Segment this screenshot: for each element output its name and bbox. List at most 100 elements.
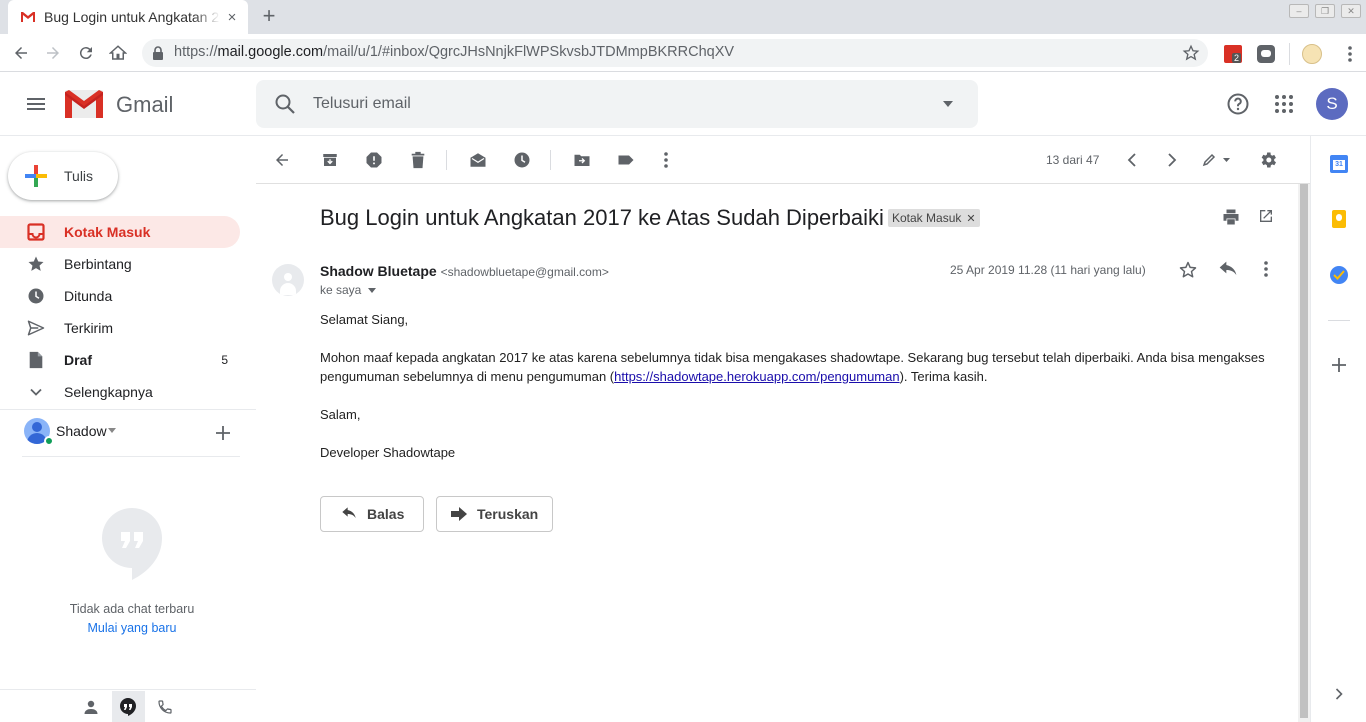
tasks-icon[interactable]	[1330, 266, 1348, 284]
older-chevron-right-icon[interactable]	[1162, 150, 1182, 170]
hangouts-user-name[interactable]: Shadow	[56, 423, 107, 439]
sidebar-item-label: Terkirim	[64, 320, 113, 336]
account-avatar[interactable]: S	[1316, 88, 1348, 120]
calendar-icon[interactable]: 31	[1330, 155, 1348, 173]
new-tab-button[interactable]: +	[258, 5, 280, 28]
show-details-caret-icon[interactable]	[368, 287, 377, 293]
forward-button-label: Teruskan	[477, 506, 539, 522]
send-icon	[26, 318, 46, 338]
email-scrollbar-thumb[interactable]	[1300, 184, 1308, 718]
email-paragraph: Mohon maaf kepada angkatan 2017 ke atas …	[320, 350, 1265, 384]
apps-grid-icon[interactable]	[1274, 94, 1294, 114]
print-icon[interactable]	[1222, 208, 1242, 228]
close-window-button[interactable]: ✕	[1341, 4, 1361, 18]
remove-label-icon[interactable]: ✕	[966, 212, 975, 225]
url-text: https://mail.google.com/mail/u/1/#inbox/…	[174, 44, 735, 60]
new-chat-plus-icon[interactable]	[216, 426, 230, 440]
inbox-icon	[26, 222, 46, 242]
delete-trash-icon[interactable]	[408, 150, 428, 170]
pagination-text: 13 dari 47	[1046, 153, 1100, 167]
sender-name[interactable]: Shadow Bluetape	[320, 263, 437, 279]
reload-icon[interactable]	[75, 42, 97, 64]
bookmark-star-icon[interactable]	[1182, 44, 1200, 62]
search-options-icon[interactable]	[942, 99, 954, 109]
email-action-toolbar: 13 dari 47	[256, 136, 1310, 184]
search-bar[interactable]: Telusuri email	[256, 80, 978, 128]
sidebar-item-snoozed[interactable]: Ditunda	[0, 280, 240, 312]
email-date: 25 Apr 2019 11.28 (11 hari yang lalu)	[950, 263, 1146, 277]
email-greeting: Selamat Siang,	[320, 312, 409, 327]
restore-window-button[interactable]: ❐	[1315, 4, 1335, 18]
address-bar[interactable]: https://mail.google.com/mail/u/1/#inbox/…	[142, 39, 1208, 67]
reply-arrow-icon[interactable]	[1218, 261, 1238, 281]
side-panel-divider	[1328, 320, 1350, 321]
search-input[interactable]: Telusuri email	[313, 95, 411, 113]
move-to-icon[interactable]	[572, 150, 592, 170]
main-menu-icon[interactable]	[24, 92, 48, 116]
extension-chat-icon[interactable]	[1257, 45, 1275, 63]
more-options-vertical-icon[interactable]	[656, 150, 676, 170]
forward-button[interactable]: Teruskan	[436, 496, 553, 532]
keep-icon[interactable]	[1332, 210, 1346, 228]
email-more-options-icon[interactable]	[1263, 260, 1273, 280]
browser-tabstrip: Bug Login untuk Angkatan 2017 ke Atas Su…	[0, 0, 1366, 34]
star-email-icon[interactable]	[1178, 260, 1198, 280]
left-sidebar: Tulis Kotak Masuk Berbintang Ditunda Ter…	[0, 136, 256, 722]
back-arrow-icon[interactable]	[10, 42, 32, 64]
newer-chevron-left-icon[interactable]	[1122, 150, 1142, 170]
start-new-chat-link[interactable]: Mulai yang baru	[0, 621, 264, 635]
email-view: Bug Login untuk Angkatan 2017 ke Atas Su…	[256, 184, 1298, 722]
sidebar-item-label: Berbintang	[64, 256, 132, 272]
phone-call-icon[interactable]	[157, 699, 173, 715]
reply-button-icon	[342, 507, 356, 518]
sidebar-item-sent[interactable]: Terkirim	[0, 312, 240, 344]
email-body: Selamat Siang, Mohon maaf kepada angkata…	[320, 310, 1280, 462]
hangouts-empty-icon	[102, 508, 162, 580]
help-icon[interactable]	[1226, 92, 1250, 116]
browser-menu-icon[interactable]	[1340, 44, 1360, 64]
search-icon[interactable]	[273, 92, 297, 116]
announcement-link[interactable]: https://shadowtape.herokuapp.com/pengumu…	[614, 369, 899, 384]
profile-avatar[interactable]	[1302, 44, 1322, 64]
get-addons-plus-icon[interactable]	[1332, 358, 1346, 372]
reply-button[interactable]: Balas	[320, 496, 424, 532]
input-tools-pencil-icon[interactable]	[1202, 150, 1230, 170]
hide-side-panel-chevron-icon[interactable]	[1335, 688, 1343, 700]
archive-icon[interactable]	[320, 150, 340, 170]
browser-tab[interactable]: Bug Login untuk Angkatan 2017 ke Atas Su…	[8, 0, 248, 34]
gmail-wordmark: Gmail	[116, 92, 174, 117]
side-panel: 31	[1310, 136, 1366, 722]
email-subject: Bug Login untuk Angkatan 2017 ke Atas Su…	[320, 205, 884, 230]
clock-icon	[26, 286, 46, 306]
sidebar-item-starred[interactable]: Berbintang	[0, 248, 240, 280]
hangouts-status-dropdown-icon[interactable]	[108, 428, 116, 434]
back-to-inbox-icon[interactable]	[272, 150, 292, 170]
compose-plus-icon	[25, 165, 47, 187]
hangouts-tab-active[interactable]	[112, 691, 145, 722]
report-spam-icon[interactable]	[364, 150, 384, 170]
sidebar-item-drafts[interactable]: Draf 5	[0, 344, 240, 376]
sidebar-item-inbox[interactable]: Kotak Masuk	[0, 216, 240, 248]
compose-button[interactable]: Tulis	[8, 152, 118, 200]
label-tag-icon[interactable]	[616, 150, 636, 170]
home-icon[interactable]	[107, 42, 129, 64]
sender-avatar[interactable]	[272, 264, 304, 296]
snooze-clock-icon[interactable]	[512, 150, 532, 170]
minimize-window-button[interactable]: –	[1289, 4, 1309, 18]
online-status-dot	[44, 436, 54, 446]
mark-unread-icon[interactable]	[468, 150, 488, 170]
chat-empty-text: Tidak ada chat terbaru	[69, 602, 195, 616]
tab-close-icon[interactable]: ×	[224, 9, 240, 26]
forward-arrow-icon[interactable]	[42, 42, 64, 64]
settings-gear-icon[interactable]	[1258, 150, 1278, 170]
sidebar-item-label: Kotak Masuk	[64, 224, 151, 240]
email-closing: Salam,	[320, 407, 361, 422]
contacts-person-icon[interactable]	[83, 699, 99, 715]
open-new-window-icon[interactable]	[1258, 208, 1278, 228]
sidebar-item-more[interactable]: Selengkapnya	[0, 376, 240, 408]
sidebar-item-label: Ditunda	[64, 288, 113, 304]
tab-title: Bug Login untuk Angkatan 2017 ke Atas Su…	[44, 9, 220, 25]
extension-calendar-icon[interactable]: 2	[1224, 45, 1242, 63]
gmail-logo-icon[interactable]	[65, 90, 103, 118]
recipient-line[interactable]: ke saya	[320, 283, 377, 297]
